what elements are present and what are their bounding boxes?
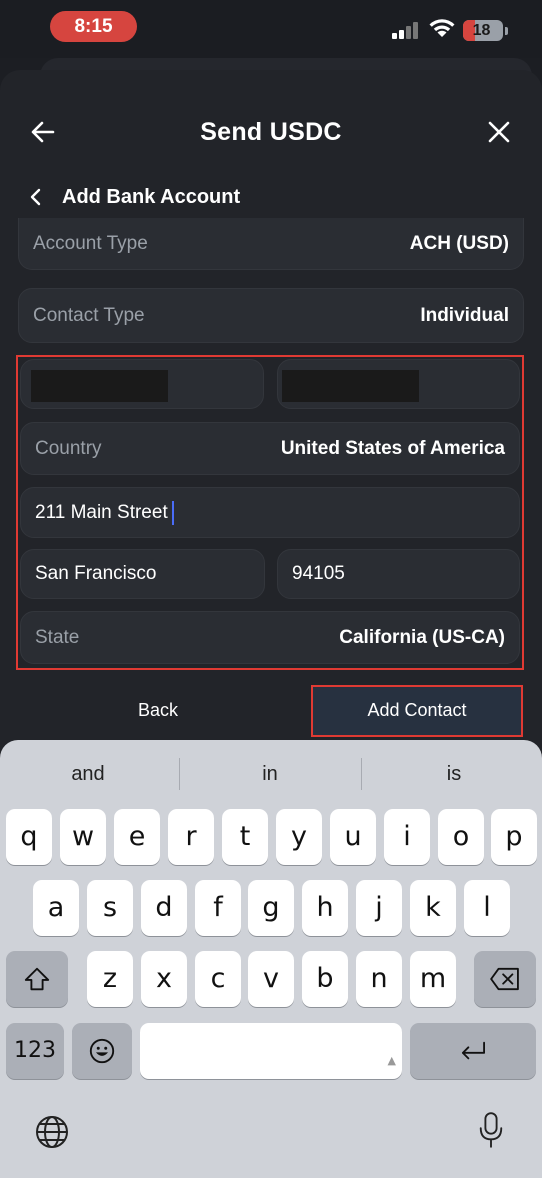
key-w[interactable]: w <box>60 809 106 865</box>
key-k[interactable]: k <box>410 880 456 936</box>
highlight-box-add-contact <box>311 685 523 737</box>
key-l[interactable]: l <box>464 880 510 936</box>
cellular-signal-icon <box>392 21 420 39</box>
key-p[interactable]: p <box>491 809 537 865</box>
contact-type-select[interactable]: Contact Type Individual <box>18 288 524 343</box>
delete-key[interactable] <box>474 951 536 1007</box>
suggestion-divider <box>361 758 362 790</box>
microphone-icon[interactable] <box>477 1110 505 1150</box>
close-icon[interactable] <box>484 117 514 147</box>
key-j[interactable]: j <box>356 880 402 936</box>
key-h[interactable]: h <box>302 880 348 936</box>
status-bar: 8:15 18 <box>0 0 542 58</box>
return-icon <box>461 1041 485 1060</box>
key-g[interactable]: g <box>248 880 294 936</box>
key-s[interactable]: s <box>87 880 133 936</box>
key-r[interactable]: r <box>168 809 214 865</box>
account-type-select[interactable]: Account Type ACH (USD) <box>18 218 524 270</box>
suggestion-1[interactable]: and <box>20 754 156 794</box>
numbers-key[interactable]: 123 <box>6 1023 64 1079</box>
key-q[interactable]: q <box>6 809 52 865</box>
key-o[interactable]: o <box>438 809 484 865</box>
battery-tip <box>505 27 508 35</box>
key-d[interactable]: d <box>141 880 187 936</box>
status-time: 8:15 <box>50 11 137 42</box>
shift-key[interactable] <box>6 951 68 1007</box>
suggestion-2[interactable]: in <box>202 754 338 794</box>
key-t[interactable]: t <box>222 809 268 865</box>
key-b[interactable]: b <box>302 951 348 1007</box>
account-type-label: Account Type <box>33 232 148 254</box>
shift-icon <box>24 967 50 991</box>
suggestion-divider <box>179 758 180 790</box>
key-e[interactable]: e <box>114 809 160 865</box>
battery-level: 18 <box>472 22 491 39</box>
chevron-left-icon <box>30 188 41 206</box>
key-i[interactable]: i <box>384 809 430 865</box>
highlight-box-form <box>16 355 524 670</box>
backspace-icon <box>490 967 519 991</box>
emoji-icon <box>89 1038 115 1064</box>
keyboard-indicator-icon: ▲ <box>387 1054 396 1067</box>
subheader-title: Add Bank Account <box>62 185 241 208</box>
key-m[interactable]: m <box>410 951 456 1007</box>
back-button[interactable]: Back <box>60 690 256 730</box>
space-key[interactable]: ▲ <box>140 1023 402 1079</box>
key-n[interactable]: n <box>356 951 402 1007</box>
suggestion-3[interactable]: is <box>386 754 522 794</box>
key-v[interactable]: v <box>248 951 294 1007</box>
account-type-value: ACH (USD) <box>409 232 509 254</box>
keyboard: and in is q w e r t y u i o p a s d f g … <box>0 740 542 1178</box>
subheader-back-button[interactable]: Add Bank Account <box>26 182 240 212</box>
key-u[interactable]: u <box>330 809 376 865</box>
key-f[interactable]: f <box>195 880 241 936</box>
emoji-key[interactable] <box>72 1023 132 1079</box>
page-title: Send USDC <box>200 118 342 146</box>
battery-icon: 18 <box>463 20 503 41</box>
key-y[interactable]: y <box>276 809 322 865</box>
globe-icon[interactable] <box>34 1114 70 1150</box>
contact-type-label: Contact Type <box>33 304 145 326</box>
key-x[interactable]: x <box>141 951 187 1007</box>
key-z[interactable]: z <box>87 951 133 1007</box>
wifi-icon <box>429 19 455 37</box>
key-a[interactable]: a <box>33 880 79 936</box>
contact-type-value: Individual <box>420 304 509 326</box>
return-key[interactable] <box>410 1023 536 1079</box>
key-c[interactable]: c <box>195 951 241 1007</box>
